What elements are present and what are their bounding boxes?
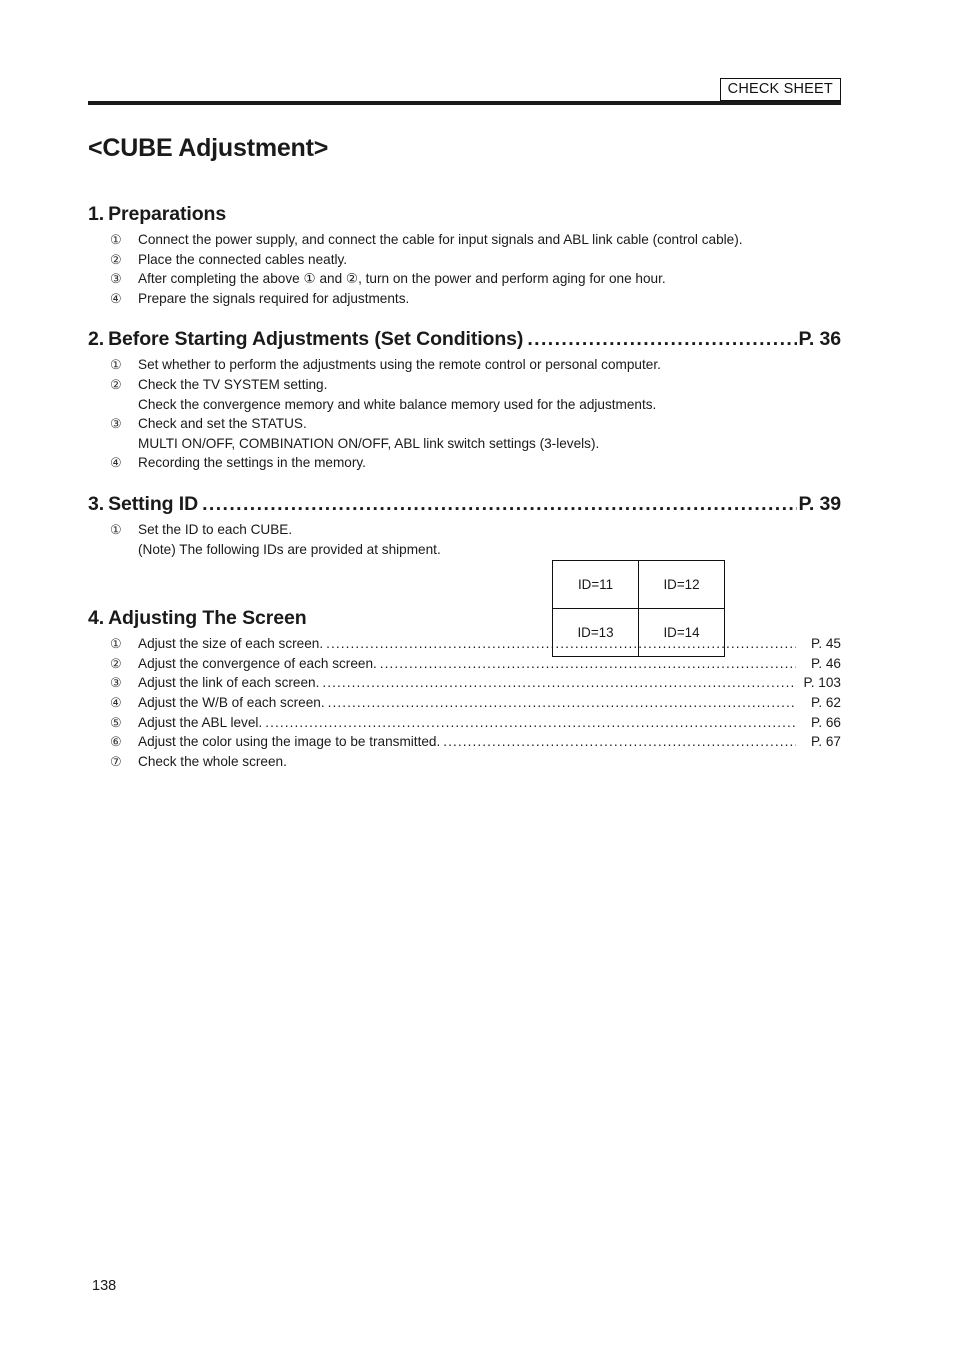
section-title: Preparations [108,203,227,225]
list-item: ① Set whether to perform the adjustments… [88,355,841,375]
table-cell-id-11: ID=11 [552,560,639,609]
item-text: Place the connected cables neatly. [138,251,348,267]
section-title: Before Starting Adjustments (Set Conditi… [108,328,524,351]
section-before-starting-adjustments: 2. Before Starting Adjustments (Set Cond… [88,328,841,473]
section-title: Setting ID [108,492,199,515]
item-text: Adjust the ABL level. [138,714,263,730]
list-item: ④ Recording the settings in the memory. … [88,453,841,473]
document-content: 1. Preparations ........................… [88,203,841,771]
section-setting-id: 3. Setting ID ..........................… [88,493,841,559]
item-marker: ① [110,357,122,373]
item-marker: ③ [110,416,122,432]
list-item: ③ Check and set the STATUS. ............… [88,414,841,434]
leader-dots: ........................................… [443,734,796,750]
id-assignment-table: ID=11 ID=12 ID=13 ID=14 [552,560,725,657]
list-item: ③ After completing the above ① and ②, tu… [88,269,841,289]
item-marker: ① [110,636,122,652]
page-title: <CUBE Adjustment> [88,134,329,162]
item-text: Check and set the STATUS. [138,416,307,432]
section-body: ① Set whether to perform the adjustments… [88,355,841,473]
table-row: ID=13 ID=14 [552,608,725,657]
item-text: Adjust the W/B of each screen. [138,694,325,710]
document-page: CHECK SHEET <CUBE Adjustment> 1. Prepara… [0,0,954,1349]
item-marker: ⑦ [110,753,122,769]
item-marker: ④ [110,694,122,710]
item-subtext: (Note) The following IDs are provided at… [138,541,441,557]
item-text: Adjust the convergence of each screen. [138,655,377,671]
item-subtext: Check the convergence memory and white b… [138,396,657,412]
item-text: Check the whole screen. [138,753,287,769]
item-marker: ① [110,232,122,247]
item-marker: ② [110,376,122,392]
table-cell-id-13: ID=13 [552,608,639,657]
list-item: ① Adjust the size of each screen. ......… [88,634,841,654]
list-item: ⑤ Adjust the ABL level. ................… [88,713,841,733]
item-text: Adjust the size of each screen. [138,636,324,652]
item-text: Check the TV SYSTEM setting. [138,376,328,392]
item-text: Adjust the color using the image to be t… [138,734,441,750]
header-divider [88,101,841,106]
item-text: Set the ID to each CUBE. [138,521,293,537]
list-item: ① Set the ID to each CUBE. .............… [88,520,841,540]
list-item: ④ Prepare the signals required for adjus… [88,289,841,309]
item-page-ref: P. 45 [811,636,841,652]
section-preparations: 1. Preparations ........................… [88,203,841,308]
section-body: ① Adjust the size of each screen. ......… [88,634,841,771]
item-marker: ③ [110,271,122,287]
item-subtext: MULTI ON/OFF, COMBINATION ON/OFF, ABL li… [138,435,600,451]
leader-dots: ........................................… [322,675,796,691]
section-number: 4. [88,607,105,630]
item-text: Adjust the link of each screen. [138,675,320,691]
list-item: ② Place the connected cables neatly. ...… [88,250,841,270]
section-heading: 2. Before Starting Adjustments (Set Cond… [88,328,841,351]
leader-dots: ........................................… [265,714,796,730]
list-item: ② Check the TV SYSTEM setting. .........… [88,375,841,395]
list-item: ② Adjust the convergence of each screen.… [88,654,841,674]
leader-dots: ........................................… [327,694,796,710]
item-marker: ② [110,655,122,671]
table-cell-id-12: ID=12 [638,560,725,609]
check-sheet-badge: CHECK SHEET [719,78,841,102]
list-item: ④ Adjust the W/B of each screen. .......… [88,693,841,713]
item-page-ref: P. 67 [811,734,841,750]
item-marker: ④ [110,290,122,306]
section-adjusting-the-screen: 4. Adjusting The Screen ................… [88,607,841,771]
item-marker: ③ [110,675,122,691]
table-cell-id-14: ID=14 [638,608,725,657]
section-title: Adjusting The Screen [108,607,307,630]
item-page-ref: P. 46 [811,655,841,671]
table-row: ID=11 ID=12 [552,560,725,609]
item-marker: ⑥ [110,734,122,750]
section-number: 1. [88,203,105,225]
item-marker: ② [110,251,122,267]
section-page-ref: P. 39 [798,492,841,515]
list-item: ③ Adjust the link of each screen. ......… [88,673,841,693]
item-text: Prepare the signals required for adjustm… [138,290,410,306]
item-page-ref: P. 103 [803,675,841,691]
list-item: ① Connect the power supply, and connect … [88,230,841,250]
item-marker: ④ [110,455,122,471]
section-heading: 4. Adjusting The Screen ................… [88,607,841,630]
item-text: Connect the power supply, and connect th… [138,232,743,247]
section-page-ref: P. 36 [798,328,841,351]
section-heading: 1. Preparations ........................… [88,203,841,226]
item-page-ref: P. 62 [811,694,841,710]
footer-page-number: 138 [92,1278,117,1294]
leader-dots: ........................................… [527,328,798,351]
item-text: After completing the above ① and ②, turn… [138,271,666,287]
section-number: 2. [88,328,105,351]
section-heading: 3. Setting ID ..........................… [88,493,841,516]
section-body: ① Set the ID to each CUBE. .............… [88,520,841,559]
item-marker: ① [110,521,122,537]
list-item: ⑦ Check the whole screen. ..............… [88,752,841,772]
section-body: ① Connect the power supply, and connect … [88,230,841,308]
page-header: CHECK SHEET [88,78,841,106]
section-number: 3. [88,492,105,515]
leader-dots: ........................................… [202,492,797,515]
item-page-ref: P. 66 [811,714,841,730]
list-item: ⑥ Adjust the color using the image to be… [88,732,841,752]
item-marker: ⑤ [110,714,122,730]
item-text: Set whether to perform the adjustments u… [138,357,661,373]
item-text: Recording the settings in the memory. [138,455,366,471]
